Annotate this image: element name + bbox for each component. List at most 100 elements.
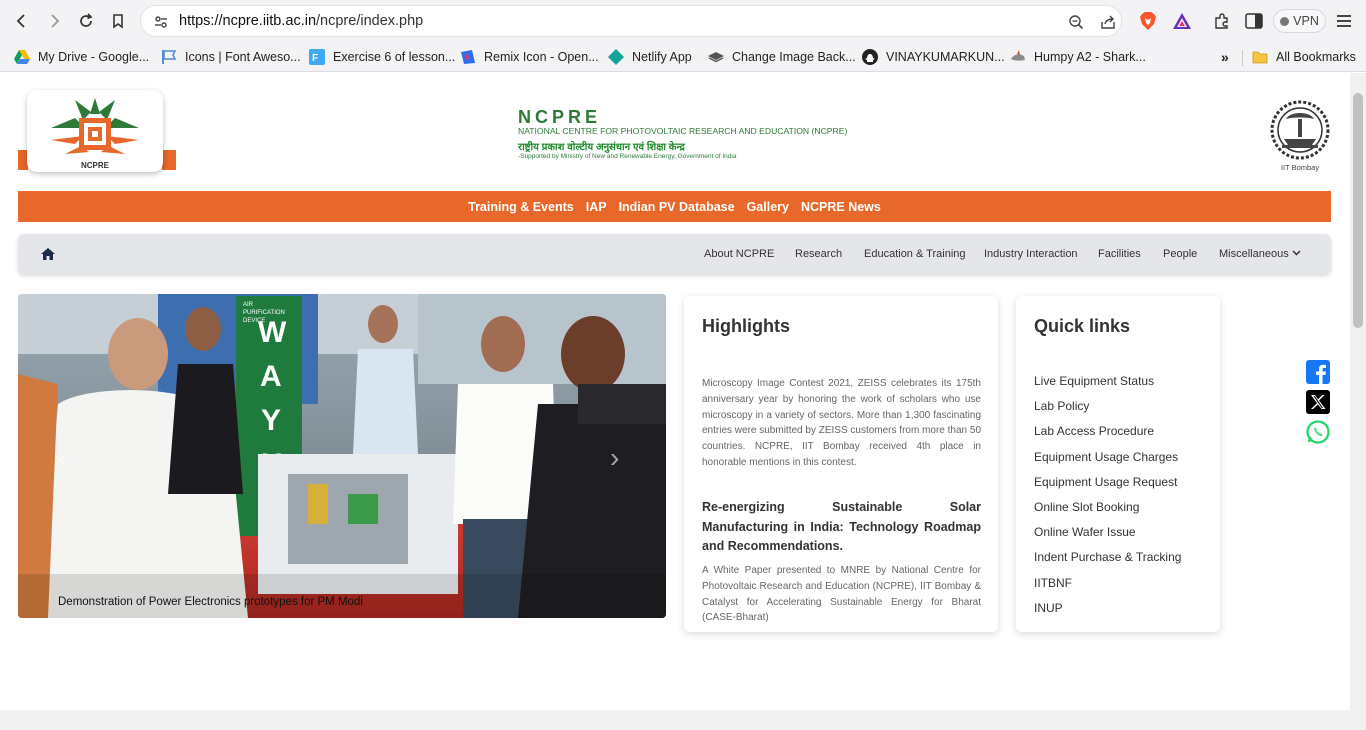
quick-links-list: Live Equipment Status Lab Policy Lab Acc… [1034, 374, 1181, 626]
extensions-button[interactable] [1211, 10, 1233, 32]
nav-research[interactable]: Research [795, 248, 842, 260]
nav-facilities[interactable]: Facilities [1098, 248, 1141, 260]
quick-link-online-slot-booking[interactable]: Online Slot Booking [1034, 500, 1181, 525]
site-title-hindi: राष्ट्रीय प्रकाश वोल्टीय अनुसंधान एवं शि… [518, 142, 685, 153]
google-drive-icon [14, 50, 30, 64]
url-path: /ncpre/index.php [316, 13, 424, 29]
svg-text:F: F [312, 53, 318, 64]
chevron-left-icon: ‹ [58, 442, 68, 473]
bookmark-label: Change Image Back... [732, 50, 856, 64]
bookmark-my-drive[interactable]: My Drive - Google... [14, 47, 149, 67]
font-awesome-flag-icon [162, 50, 177, 64]
nav-miscellaneous[interactable]: Miscellaneous [1219, 248, 1301, 260]
forward-button[interactable] [38, 5, 70, 37]
top-nav-iap[interactable]: IAP [586, 200, 607, 214]
nav-education-training[interactable]: Education & Training [864, 248, 966, 260]
image-carousel[interactable]: AIR PURIFICATION DEVICE W A Y U [18, 294, 666, 618]
highlight-item-white-paper[interactable]: A White Paper presented to MNRE by Natio… [702, 563, 981, 626]
quick-links-title: Quick links [1034, 316, 1131, 336]
quick-link-equipment-usage-request[interactable]: Equipment Usage Request [1034, 475, 1181, 500]
nav-about-ncpre[interactable]: About NCPRE [704, 248, 774, 260]
highlight-item-roadmap[interactable]: Re-energizing Sustainable Solar Manufact… [702, 498, 981, 557]
quick-link-inup[interactable]: INUP [1034, 601, 1181, 626]
bookmark-label: Remix Icon - Open... [484, 50, 599, 64]
site-subtitle: NATIONAL CENTRE FOR PHOTOVOLTAIC RESEARC… [518, 126, 848, 136]
url-text: https://ncpre.iitb.ac.in/ncpre/index.php [179, 13, 423, 29]
highlight-item-zeiss[interactable]: Microscopy Image Contest 2021, ZEISS cel… [702, 376, 981, 471]
sidebar-toggle-button[interactable] [1243, 10, 1265, 32]
nav-people[interactable]: People [1163, 248, 1197, 260]
site-support-line: -Supported by Ministry of New and Renewa… [518, 153, 737, 160]
ncpre-emblem-icon [51, 98, 139, 154]
whatsapp-icon[interactable] [1306, 420, 1330, 444]
quick-link-equipment-usage-charges[interactable]: Equipment Usage Charges [1034, 450, 1181, 475]
ncpre-logo[interactable]: NCPRE [27, 90, 163, 172]
logo-caption: NCPRE [80, 161, 109, 170]
top-nav-indian-pv-database[interactable]: Indian PV Database [619, 200, 735, 214]
highlights-title: Highlights [702, 316, 790, 336]
bookmark-label: My Drive - Google... [38, 50, 150, 64]
page-content: NCPRE NCPRE NATIONAL CENTRE FOR PHOTOVOL… [0, 73, 1350, 710]
vertical-scrollbar[interactable] [1350, 73, 1366, 730]
brave-lion-icon [1140, 12, 1156, 30]
bookmarks-overflow-button[interactable]: » [1221, 47, 1229, 67]
reload-button[interactable] [70, 5, 102, 37]
bookmark-label: Exercise 6 of lesson... [333, 50, 456, 64]
quick-link-lab-access-procedure[interactable]: Lab Access Procedure [1034, 424, 1181, 449]
vpn-button[interactable]: VPN [1273, 9, 1326, 33]
facebook-icon[interactable] [1306, 360, 1330, 384]
quick-link-live-equipment-status[interactable]: Live Equipment Status [1034, 374, 1181, 399]
bookmark-github[interactable]: VINAYKUMARKUN... [862, 47, 1005, 67]
quick-links-card: Quick links Live Equipment Status Lab Po… [1016, 296, 1220, 632]
github-icon [862, 49, 878, 65]
shark-icon [1011, 50, 1025, 61]
iit-bombay-logo-icon[interactable] [1266, 99, 1334, 161]
bookmark-remix-icon[interactable]: Remix Icon - Open... [460, 47, 599, 67]
menu-button[interactable] [1333, 10, 1355, 32]
browser-toolbar: https://ncpre.iitb.ac.in/ncpre/index.php… [0, 0, 1366, 42]
remix-icon [461, 50, 475, 64]
highlights-card: Highlights Microscopy Image Contest 2021… [684, 296, 998, 632]
scrollbar-thumb[interactable] [1353, 93, 1363, 328]
bookmark-netlify[interactable]: Netlify App [608, 47, 692, 67]
address-bar[interactable]: https://ncpre.iitb.ac.in/ncpre/index.php [140, 5, 1122, 37]
quick-link-lab-policy[interactable]: Lab Policy [1034, 399, 1181, 424]
horizontal-scrollbar[interactable] [0, 710, 1350, 730]
zoom-icon[interactable] [1068, 14, 1084, 30]
quick-link-indent-purchase-tracking[interactable]: Indent Purchase & Tracking [1034, 550, 1181, 575]
top-nav-gallery[interactable]: Gallery [747, 200, 789, 214]
back-button[interactable] [6, 5, 38, 37]
brave-rewards-button[interactable] [1171, 10, 1193, 32]
carousel-prev-button[interactable]: ‹ [58, 442, 67, 474]
home-icon[interactable] [40, 246, 56, 262]
site-settings-icon[interactable] [153, 14, 169, 30]
carousel-next-button[interactable]: › [610, 442, 619, 474]
bookmark-label: Icons | Font Aweso... [185, 50, 301, 64]
bookmark-button[interactable] [102, 5, 134, 37]
share-icon[interactable] [1100, 14, 1116, 30]
freecodecamp-icon: F [309, 49, 325, 65]
vpn-label: VPN [1293, 14, 1319, 28]
site-title: NCPRE [518, 107, 602, 127]
bookmarks-bar: My Drive - Google... Icons | Font Aweso.… [0, 42, 1366, 72]
bookmark-label: VINAYKUMARKUN... [886, 50, 1005, 64]
arrow-right-icon [51, 14, 60, 28]
carousel-photo: AIR PURIFICATION DEVICE W A Y U [18, 294, 666, 618]
nav-industry-interaction[interactable]: Industry Interaction [984, 248, 1078, 260]
quick-link-iitbnf[interactable]: IITBNF [1034, 576, 1181, 601]
nav-miscellaneous-label: Miscellaneous [1219, 248, 1289, 260]
top-nav-ncpre-news[interactable]: NCPRE News [801, 200, 881, 214]
quick-link-online-wafer-issue[interactable]: Online Wafer Issue [1034, 525, 1181, 550]
puzzle-icon [1215, 13, 1228, 29]
x-twitter-icon[interactable] [1306, 390, 1330, 414]
bookmark-exercise[interactable]: F Exercise 6 of lesson... [309, 47, 455, 67]
folder-icon [1252, 51, 1268, 64]
top-nav-training-events[interactable]: Training & Events [468, 200, 574, 214]
bookmark-change-image[interactable]: Change Image Back... [708, 47, 856, 67]
bookmark-all-bookmarks[interactable]: All Bookmarks [1252, 47, 1356, 67]
sidebar-icon [1245, 13, 1263, 29]
bookmark-font-awesome[interactable]: Icons | Font Aweso... [161, 47, 301, 67]
bookmark-humpy[interactable]: Humpy A2 - Shark... [1010, 47, 1146, 67]
brave-shields-button[interactable] [1137, 10, 1159, 32]
banner-letter-a: A [260, 360, 282, 393]
